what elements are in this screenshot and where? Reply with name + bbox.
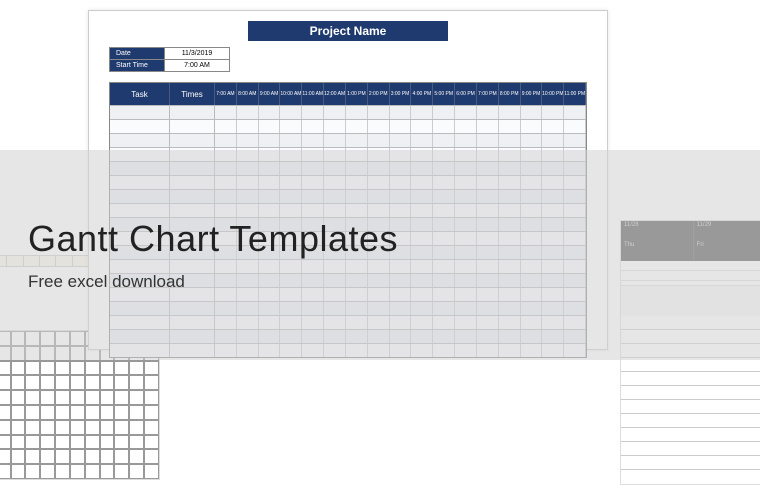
col-header-hour: 9:00 AM — [259, 83, 281, 105]
meta-row-start: Start Time 7:00 AM — [110, 60, 230, 72]
col-header-hour: 12:00 AM — [324, 83, 346, 105]
meta-row-date: Date 11/3/2019 — [110, 48, 230, 60]
gantt-row — [110, 105, 586, 119]
col-header-hour: 6:00 PM — [455, 83, 477, 105]
col-header-hour: 11:00 AM — [302, 83, 324, 105]
meta-table: Date 11/3/2019 Start Time 7:00 AM — [109, 47, 230, 72]
overlay-text: Gantt Chart Templates Free excel downloa… — [28, 218, 398, 292]
project-title: Project Name — [248, 21, 448, 41]
col-header-hour: 11:00 PM — [564, 83, 586, 105]
col-header-hour: 4:00 PM — [411, 83, 433, 105]
col-header-hour: 1:00 PM — [346, 83, 368, 105]
col-header-hour: 7:00 PM — [477, 83, 499, 105]
meta-value-start: 7:00 AM — [165, 60, 230, 72]
col-header-hour: 7:00 AM — [215, 83, 237, 105]
col-header-hour: 3:00 PM — [390, 83, 412, 105]
col-header-times: Times — [170, 83, 215, 105]
col-header-hour: 10:00 PM — [542, 83, 564, 105]
meta-label-start: Start Time — [110, 60, 165, 72]
meta-label-date: Date — [110, 48, 165, 60]
col-header-hour: 10:00 AM — [280, 83, 302, 105]
col-header-task: Task — [110, 83, 170, 105]
col-header-hour: 8:00 PM — [499, 83, 521, 105]
col-header-hour: 5:00 PM — [433, 83, 455, 105]
meta-value-date: 11/3/2019 — [165, 48, 230, 60]
gantt-row — [110, 133, 586, 147]
col-header-hour: 8:00 AM — [237, 83, 259, 105]
col-header-hour: 9:00 PM — [521, 83, 543, 105]
page-title: Gantt Chart Templates — [28, 218, 398, 260]
gantt-header: Task Times 7:00 AM8:00 AM9:00 AM10:00 AM… — [110, 83, 586, 105]
gantt-row — [110, 119, 586, 133]
col-header-hour: 2:00 PM — [368, 83, 390, 105]
page-subtitle: Free excel download — [28, 272, 398, 292]
